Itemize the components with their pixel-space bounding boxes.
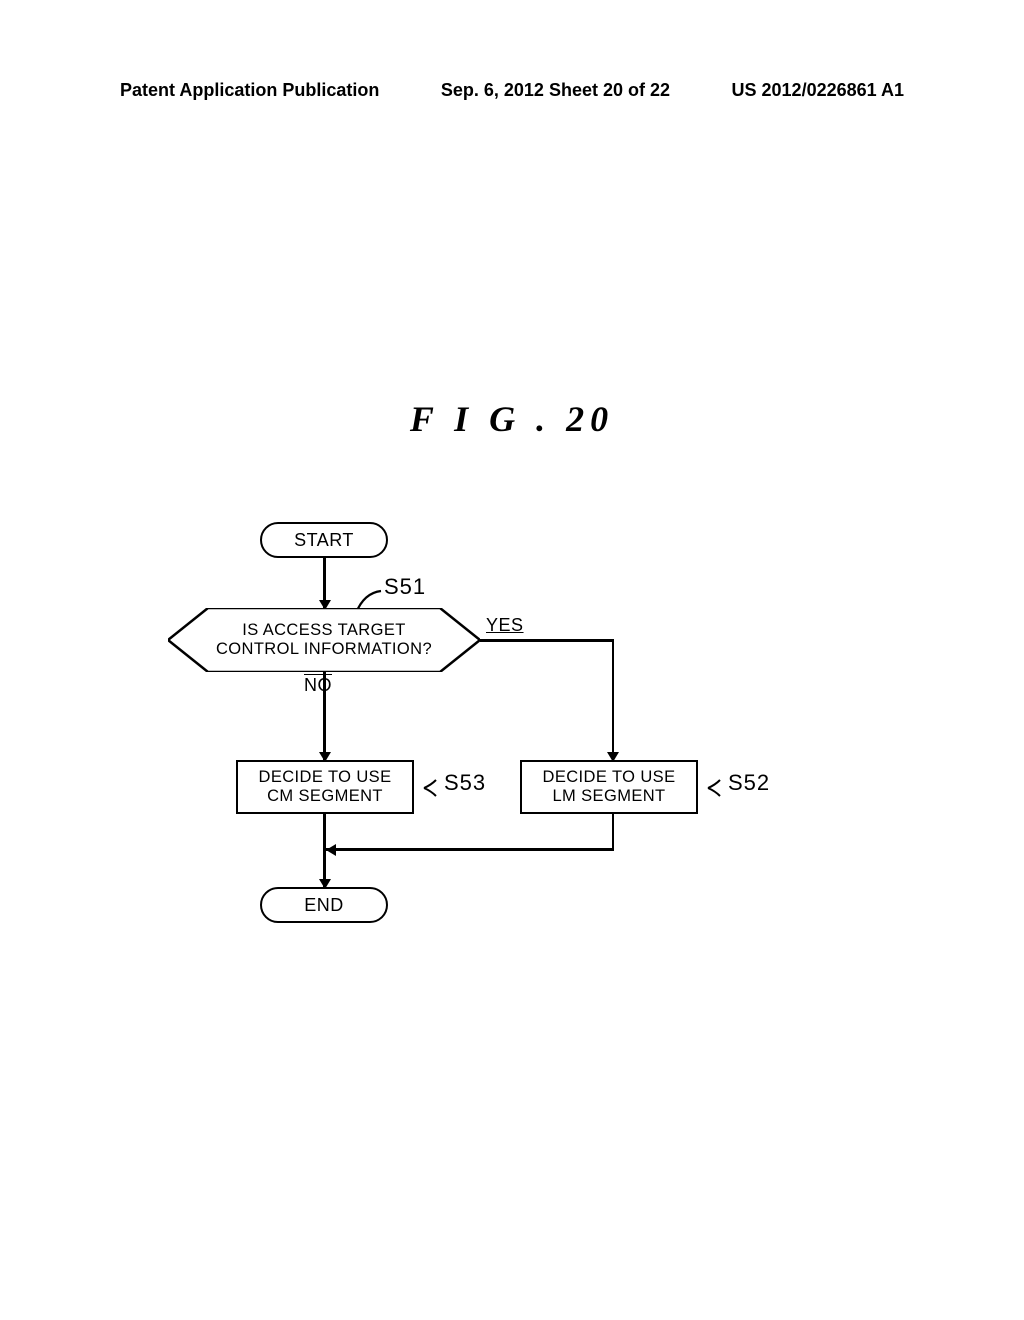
page-header: Patent Application Publication Sep. 6, 2…: [0, 80, 1024, 101]
connector: [324, 848, 614, 851]
arrowhead-icon: [326, 844, 336, 856]
decision-text: IS ACCESS TARGET CONTROL INFORMATION?: [168, 608, 480, 672]
connector: [612, 639, 615, 760]
connector: [612, 814, 615, 850]
step-label-s51: S51: [384, 574, 426, 600]
lm-line2: LM SEGMENT: [552, 787, 665, 806]
connector: [323, 814, 326, 887]
header-right: US 2012/0226861 A1: [732, 80, 904, 101]
lm-line1: DECIDE TO USE: [543, 768, 676, 787]
header-left: Patent Application Publication: [120, 80, 379, 101]
end-label: END: [304, 895, 344, 916]
step-connector: [707, 779, 721, 797]
decision-access-target: IS ACCESS TARGET CONTROL INFORMATION?: [168, 608, 480, 672]
end-terminator: END: [260, 887, 388, 923]
step-label-s52: S52: [728, 770, 770, 796]
step-connector: [423, 779, 437, 797]
decision-line2: CONTROL INFORMATION?: [216, 640, 432, 659]
flowchart: START S51 IS ACCESS TARGET CONTROL INFOR…: [198, 522, 918, 932]
decision-line1: IS ACCESS TARGET: [242, 621, 406, 640]
cm-line2: CM SEGMENT: [267, 787, 383, 806]
header-center: Sep. 6, 2012 Sheet 20 of 22: [441, 80, 670, 101]
branch-no-label: NO: [304, 675, 332, 696]
process-cm-segment: DECIDE TO USE CM SEGMENT: [236, 760, 414, 814]
cm-line1: DECIDE TO USE: [259, 768, 392, 787]
start-label: START: [294, 530, 354, 551]
connector: [480, 639, 614, 642]
start-terminator: START: [260, 522, 388, 558]
step-label-s53: S53: [444, 770, 486, 796]
branch-yes-label: YES: [486, 615, 524, 636]
process-lm-segment: DECIDE TO USE LM SEGMENT: [520, 760, 698, 814]
figure-title: F I G . 20: [0, 398, 1024, 440]
connector: [323, 672, 326, 760]
